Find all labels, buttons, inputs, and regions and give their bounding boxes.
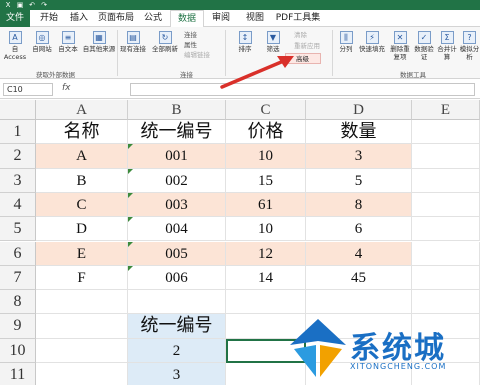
watermark-text: 系统城 [350,331,446,366]
watermark-emblem-icon [290,319,346,377]
watermark-url: XITONGCHENG.COM [350,362,447,371]
watermark-logo: 系统城 XITONGCHENG.COM [290,315,478,383]
